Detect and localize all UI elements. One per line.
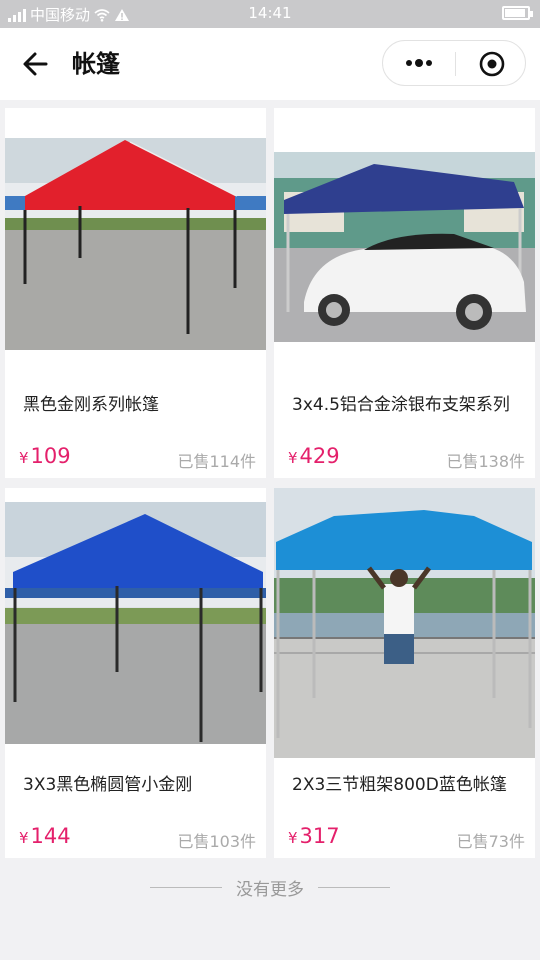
- page-title: 帐篷: [72, 50, 120, 78]
- price-value: 317: [299, 824, 340, 848]
- currency-symbol: ¥: [288, 829, 298, 847]
- product-image[interactable]: [274, 152, 535, 342]
- capsule-divider: [455, 52, 456, 76]
- price-value: 144: [30, 824, 71, 848]
- currency-symbol: ¥: [288, 449, 298, 467]
- status-right: [502, 6, 533, 20]
- product-price: ¥144: [19, 824, 71, 848]
- sold-count: 已售114件: [177, 452, 256, 471]
- product-image[interactable]: [274, 488, 535, 758]
- product-title[interactable]: 黑色金刚系列帐篷: [23, 390, 256, 415]
- more-options-icon[interactable]: [403, 51, 435, 75]
- battery-icon: [502, 6, 533, 20]
- status-bar: 中国移动 14:41: [0, 0, 540, 28]
- product-card[interactable]: 黑色金刚系列帐篷 ¥109 已售114件: [5, 108, 266, 478]
- product-image[interactable]: [5, 502, 266, 744]
- sold-count: 已售103件: [177, 832, 256, 851]
- status-time: 14:41: [248, 4, 292, 22]
- no-more-footer: 没有更多: [0, 874, 540, 900]
- price-value: 109: [30, 444, 71, 468]
- product-price: ¥317: [288, 824, 340, 848]
- product-price: ¥109: [19, 444, 71, 468]
- currency-symbol: ¥: [19, 829, 29, 847]
- sky-blue-tent-icon: [274, 488, 535, 758]
- sold-count: 已售138件: [446, 452, 525, 471]
- back-arrow-icon[interactable]: [18, 46, 54, 82]
- no-more-label: 没有更多: [236, 879, 304, 900]
- sold-count: 已售73件: [456, 832, 525, 851]
- product-title[interactable]: 3X3黑色椭圆管小金刚: [23, 770, 256, 795]
- product-card[interactable]: 3X3黑色椭圆管小金刚 ¥144 已售103件: [5, 488, 266, 858]
- close-miniprogram-icon[interactable]: [479, 51, 505, 77]
- mini-program-capsule: [382, 40, 526, 86]
- product-card[interactable]: 3x4.5铝合金涂银布支架系列 ¥429 已售138件: [274, 108, 535, 478]
- blue-tent-icon: [5, 502, 266, 744]
- price-value: 429: [299, 444, 340, 468]
- red-tent-icon: [5, 138, 266, 350]
- navy-tent-car-icon: [274, 152, 535, 342]
- product-image[interactable]: [5, 138, 266, 350]
- nav-bar: 帐篷: [0, 28, 540, 100]
- divider-line: [150, 886, 222, 888]
- product-card[interactable]: 2X3三节粗架800D蓝色帐篷 ¥317 已售73件: [274, 488, 535, 858]
- product-price: ¥429: [288, 444, 340, 468]
- product-title[interactable]: 2X3三节粗架800D蓝色帐篷: [292, 770, 525, 795]
- currency-symbol: ¥: [19, 449, 29, 467]
- product-title[interactable]: 3x4.5铝合金涂银布支架系列: [292, 390, 525, 415]
- divider-line: [318, 886, 390, 888]
